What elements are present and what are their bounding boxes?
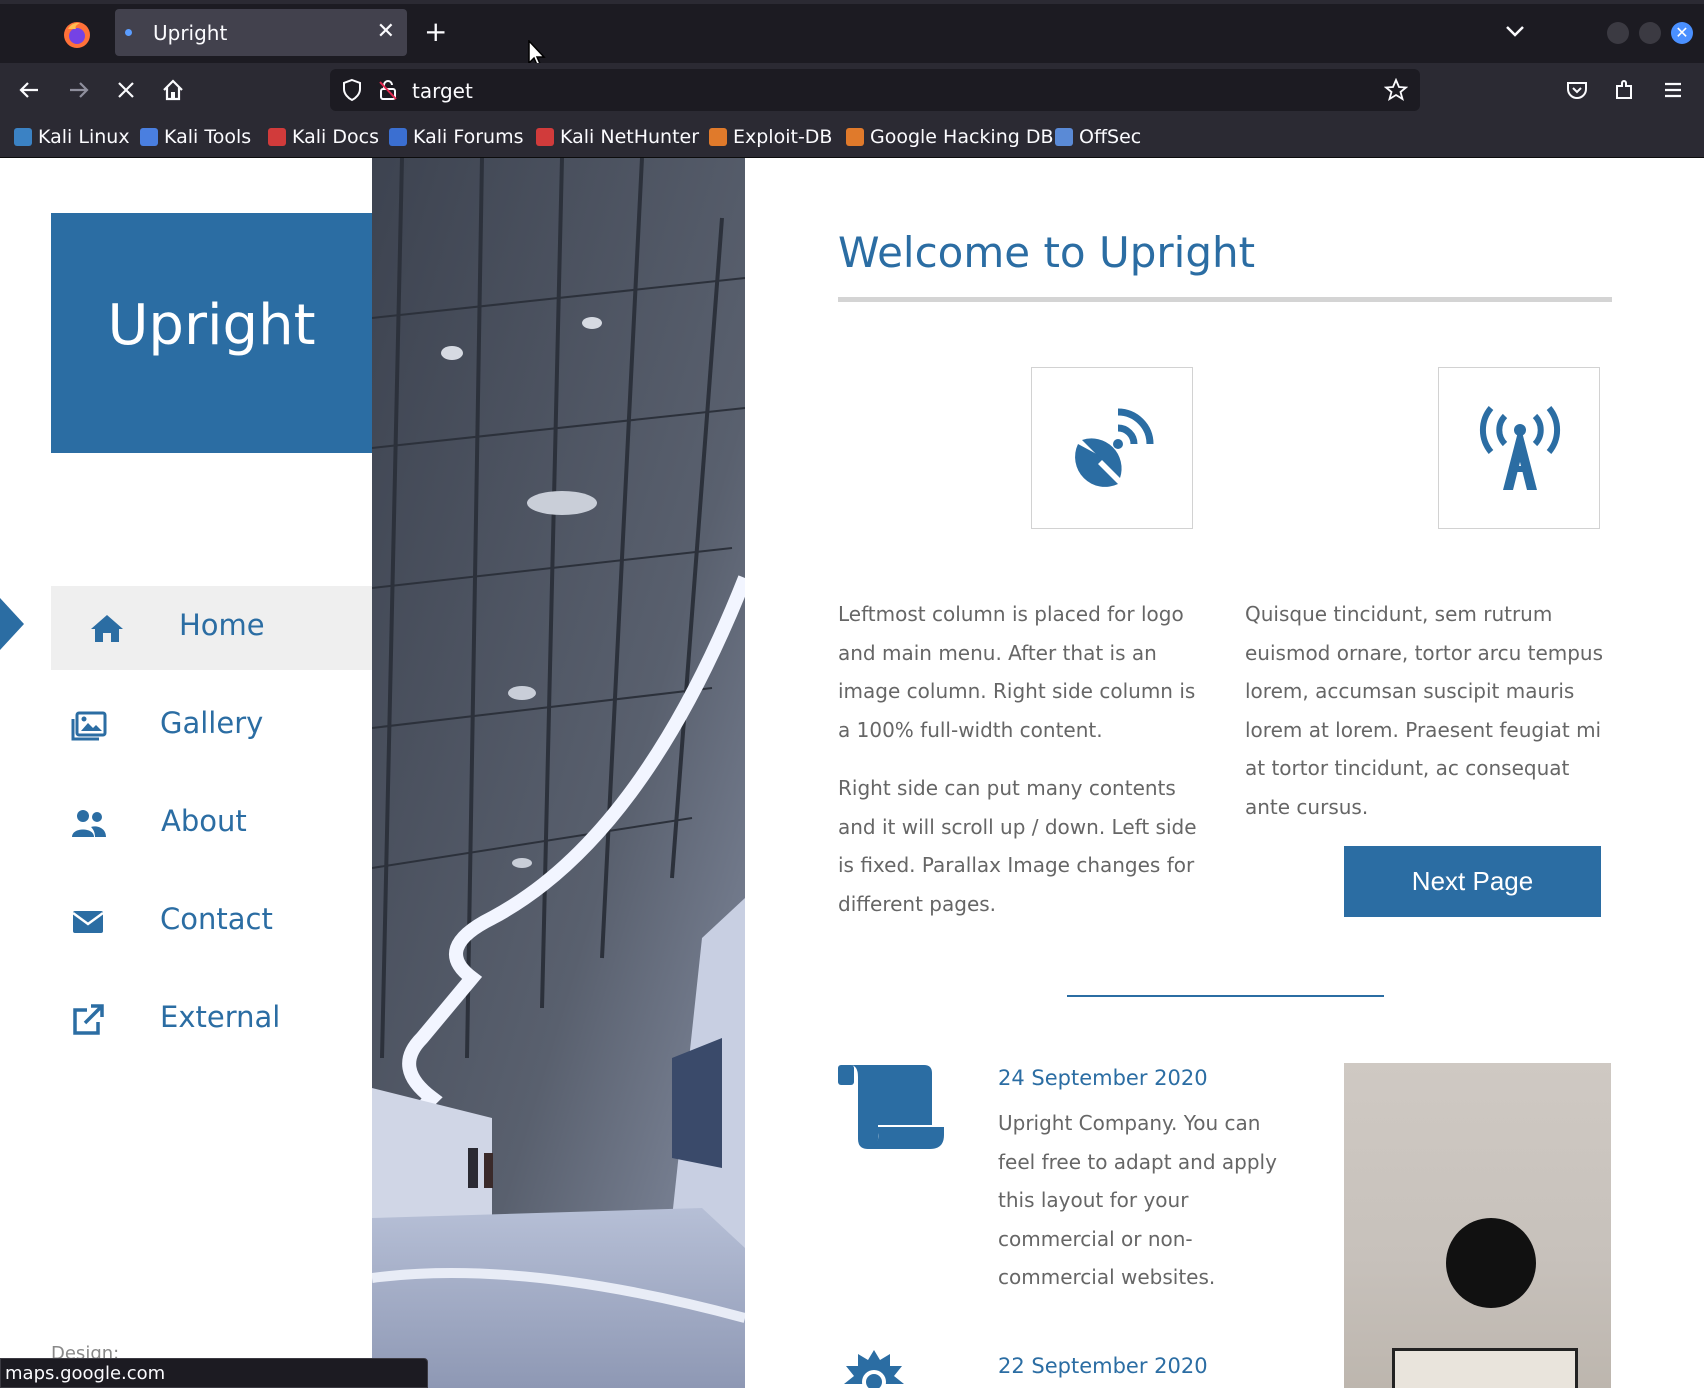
menu-item-home[interactable]: Home xyxy=(51,586,372,670)
envelope-icon xyxy=(72,911,104,933)
gallery-icon xyxy=(71,711,107,741)
tracking-protection-shield-icon[interactable] xyxy=(340,78,364,102)
browser-tab[interactable]: Upright ✕ xyxy=(115,9,407,56)
window-close-button[interactable]: ✕ xyxy=(1671,22,1693,44)
framed-picture-image xyxy=(1392,1348,1578,1388)
wall-clock-image xyxy=(1446,1218,1536,1308)
offsec-favicon-icon xyxy=(1055,128,1073,146)
google-hacking-db-favicon-icon xyxy=(846,128,864,146)
intro-paragraph-3: Quisque tincidunt, sem rutrum euismod or… xyxy=(1245,602,1604,819)
section-divider xyxy=(1067,995,1384,997)
kali-forums-favicon-icon xyxy=(389,128,407,146)
bookmark-star-icon[interactable] xyxy=(1384,78,1408,102)
home-icon xyxy=(91,615,123,642)
bookmark-offsec[interactable]: OffSec xyxy=(1055,126,1141,148)
tab-title: Upright xyxy=(153,21,228,45)
menu-item-about[interactable]: About xyxy=(51,782,372,866)
web-page: Upright Home Gallery About Contact Exter… xyxy=(0,158,1704,1388)
url-bar[interactable]: target xyxy=(330,69,1420,111)
menu-label-gallery: Gallery xyxy=(160,706,264,740)
sun-cloud-icon xyxy=(844,1350,904,1388)
url-text[interactable]: target xyxy=(412,79,473,103)
kali-docs-favicon-icon xyxy=(268,128,286,146)
active-menu-arrow xyxy=(0,598,24,650)
bookmark-google-hacking-db[interactable]: Google Hacking DB xyxy=(846,126,1054,148)
hamburger-menu-icon[interactable] xyxy=(1659,76,1687,104)
bookmark-kali-nethunter[interactable]: Kali NetHunter xyxy=(536,126,699,148)
menu-label-home: Home xyxy=(179,608,265,642)
menu-item-gallery[interactable]: Gallery xyxy=(51,684,372,768)
bookmark-kali-tools[interactable]: Kali Tools xyxy=(140,126,251,148)
news-photo xyxy=(1344,1063,1611,1388)
forward-arrow-icon[interactable] xyxy=(64,76,92,104)
news-text-1: Upright Company. You can feel free to ad… xyxy=(998,1111,1277,1289)
extensions-puzzle-icon[interactable] xyxy=(1611,76,1639,104)
corridor-photo xyxy=(372,158,745,1388)
stop-loading-icon[interactable] xyxy=(112,76,140,104)
menu-label-external: External xyxy=(160,1000,281,1034)
tab-close-icon[interactable]: ✕ xyxy=(377,19,395,44)
menu-item-external[interactable]: External xyxy=(51,978,372,1062)
menu-label-contact: Contact xyxy=(160,902,273,936)
menu-label-about: About xyxy=(161,804,247,838)
tab-loading-dot-icon xyxy=(125,29,132,36)
menu-item-contact[interactable]: Contact xyxy=(51,880,372,964)
bookmark-kali-forums[interactable]: Kali Forums xyxy=(389,126,524,148)
heading-divider xyxy=(838,297,1612,302)
page-heading: Welcome to Upright xyxy=(838,228,1256,277)
next-page-button[interactable]: Next Page xyxy=(1344,846,1601,917)
firefox-logo-icon[interactable] xyxy=(62,20,92,50)
window-minimize-button[interactable] xyxy=(1607,22,1629,44)
news-date-1: 24 September 2020 xyxy=(998,1066,1208,1090)
bookmark-kali-docs[interactable]: Kali Docs xyxy=(268,126,379,148)
link-status-bar: maps.google.com xyxy=(0,1358,428,1388)
bookmark-exploit-db[interactable]: Exploit-DB xyxy=(709,126,832,148)
broadcast-tower-icon xyxy=(1479,406,1561,490)
exploit-db-favicon-icon xyxy=(709,128,727,146)
kali-linux-favicon-icon xyxy=(14,128,32,146)
external-link-icon xyxy=(73,1004,104,1035)
parallax-image xyxy=(372,158,745,1388)
browser-tab-bar: Upright ✕ + ✕ xyxy=(0,0,1704,63)
list-all-tabs-chevron-down-icon[interactable] xyxy=(1504,20,1526,42)
kali-nethunter-favicon-icon xyxy=(536,128,554,146)
satellite-dish-icon xyxy=(1075,408,1154,487)
window-maximize-button[interactable] xyxy=(1639,22,1661,44)
tabbar-top-line xyxy=(0,0,1704,4)
intro-paragraph-2: Right side can put many contents and it … xyxy=(838,776,1197,916)
site-logo-box[interactable]: Upright xyxy=(51,213,372,453)
news-date-2: 22 September 2020 xyxy=(998,1354,1208,1378)
new-tab-icon[interactable]: + xyxy=(424,18,447,46)
home-icon[interactable] xyxy=(159,76,187,104)
feature-box-broadcast xyxy=(1438,367,1600,529)
feature-box-satellite xyxy=(1031,367,1193,529)
browser-toolbar: target xyxy=(0,63,1704,117)
pocket-icon[interactable] xyxy=(1563,76,1591,104)
back-arrow-icon[interactable] xyxy=(16,76,44,104)
status-url: maps.google.com xyxy=(5,1363,166,1384)
users-icon xyxy=(72,810,106,837)
insecure-lock-icon[interactable] xyxy=(376,78,400,102)
bookmark-kali-linux[interactable]: Kali Linux xyxy=(14,126,130,148)
scroll-icon xyxy=(838,1065,944,1149)
intro-paragraph-1: Leftmost column is placed for logo and m… xyxy=(838,602,1196,742)
site-logo[interactable]: Upright xyxy=(51,293,372,358)
bookmarks-toolbar: Kali Linux Kali Tools Kali Docs Kali For… xyxy=(0,117,1704,158)
kali-tools-favicon-icon xyxy=(140,128,158,146)
